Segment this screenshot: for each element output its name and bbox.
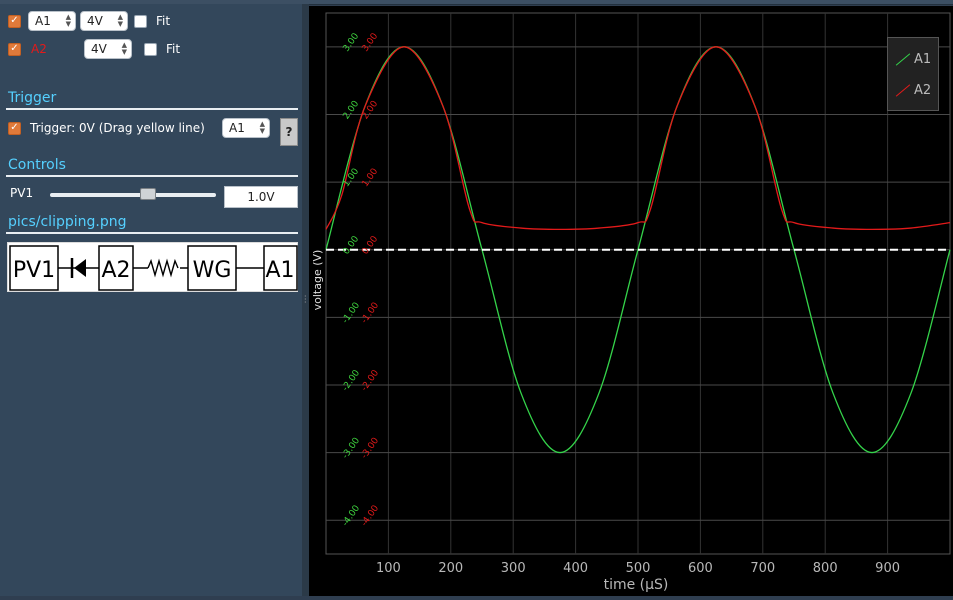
trigger-source-value: A1 xyxy=(229,121,245,135)
channel-a2-enable-checkbox[interactable] xyxy=(8,42,21,56)
image-section-divider xyxy=(6,232,298,234)
plot-area[interactable]: 100 200 300 400 500 600 700 800 900 3.00 3.00 2.00 2… xyxy=(309,6,953,596)
trigger-section-divider xyxy=(6,108,298,110)
channel-a2-fit-label: Fit xyxy=(166,42,181,56)
legend-swatch-a1 xyxy=(895,53,911,66)
image-section-title: pics/clipping.png xyxy=(8,214,127,230)
x-tick-label: 600 xyxy=(688,561,713,576)
spin-arrows-icon[interactable]: ▲ ▼ xyxy=(118,14,123,28)
trigger-enable-checkbox[interactable] xyxy=(8,121,21,135)
channel-a2-fit-checkbox[interactable] xyxy=(144,42,157,56)
x-tick-label: 900 xyxy=(875,561,900,576)
y-tick-label-a2: -2.00 xyxy=(360,368,382,393)
y-tick-label-a2: -4.00 xyxy=(360,503,382,528)
y-tick-label-a1: -4.00 xyxy=(341,503,363,528)
channel-a1-selector[interactable]: A1 ▲ ▼ xyxy=(28,11,76,31)
channel-row-a2: A2 xyxy=(8,38,47,60)
control-panel: A1 ▲▼ 4V ▲▼ Fit A2 4V ▲▼ Fit Trigger xyxy=(0,4,302,596)
x-tick-label: 100 xyxy=(376,561,401,576)
x-tick-label: 400 xyxy=(563,561,588,576)
x-axis-label: time (µS) xyxy=(604,577,669,593)
channel-a1-fit-label: Fit xyxy=(156,14,171,28)
legend-label-a1: A1 xyxy=(914,52,932,67)
trigger-section-title: Trigger xyxy=(8,90,57,106)
spin-arrows-icon[interactable]: ▲ ▼ xyxy=(122,42,127,56)
pv1-slider-track[interactable] xyxy=(50,193,216,197)
y-tick-label-a2: -3.00 xyxy=(360,436,382,461)
channel-a1-fit-checkbox[interactable] xyxy=(134,14,147,28)
y-tick-label-a1: -2.00 xyxy=(341,368,363,393)
trigger-label: Trigger: 0V (Drag yellow line) xyxy=(30,121,205,135)
x-tick-label: 700 xyxy=(750,561,775,576)
channel-a2-label: A2 xyxy=(31,42,47,56)
channel-a2-range-value: 4V xyxy=(91,42,107,56)
y-axis-label: voltage (V) xyxy=(311,250,324,311)
y-tick-label-a1: 0.00 xyxy=(342,234,362,256)
y-tick-label-a2: 3.00 xyxy=(361,31,381,53)
trigger-row: Trigger: 0V (Drag yellow line) xyxy=(8,117,205,139)
y-tick-label-a1: 3.00 xyxy=(342,31,362,53)
channel-a2-fit: Fit xyxy=(144,38,180,60)
plot-svg[interactable]: 100 200 300 400 500 600 700 800 900 3.00 3.00 2.00 2… xyxy=(309,6,953,596)
diode-icon xyxy=(74,259,86,277)
resistor-icon xyxy=(147,258,179,278)
y-tick-label-a2: -1.00 xyxy=(360,301,382,326)
channel-a2-range-select[interactable]: 4V ▲ ▼ xyxy=(84,39,132,59)
channel-a1-enable-checkbox[interactable] xyxy=(8,14,21,28)
legend-label-a2: A2 xyxy=(914,83,932,98)
channel-row-a1 xyxy=(8,10,21,32)
channel-a1-range-value: 4V xyxy=(87,14,103,28)
trigger-source-select[interactable]: A1 ▲ ▼ xyxy=(222,118,270,138)
legend-swatch-a2 xyxy=(895,84,911,97)
legend-item-a1: A1 xyxy=(894,52,931,67)
legend: A1 A2 xyxy=(887,37,939,111)
circuit-label-wg: WG xyxy=(193,258,232,283)
spin-arrows-icon[interactable]: ▲ ▼ xyxy=(66,14,71,28)
channel-a1-range-select[interactable]: 4V ▲ ▼ xyxy=(80,11,128,31)
y-tick-label-a1: 2.00 xyxy=(342,99,362,121)
trigger-help-button[interactable]: ? xyxy=(280,118,298,146)
y-tick-label-a1: -3.00 xyxy=(341,436,363,461)
x-tick-label: 300 xyxy=(501,561,526,576)
pv1-value-field[interactable]: 1.0V xyxy=(224,186,298,208)
x-tick-label: 800 xyxy=(813,561,838,576)
x-tick-label: 200 xyxy=(438,561,463,576)
controls-section-divider xyxy=(6,175,298,177)
splitter-grip-icon[interactable]: · · · xyxy=(304,293,307,307)
app-window: A1 ▲▼ 4V ▲▼ Fit A2 4V ▲▼ Fit Trigger xyxy=(0,0,953,596)
circuit-diagram-svg: PV1 A2 WG A1 xyxy=(9,245,298,291)
spin-arrows-icon[interactable]: ▲ ▼ xyxy=(260,121,265,135)
channel-a1-selector-value: A1 xyxy=(35,14,51,28)
circuit-diagram: PV1 A2 WG A1 xyxy=(7,242,298,292)
pv1-slider-label: PV1 xyxy=(10,186,34,200)
controls-section-title: Controls xyxy=(8,157,66,173)
channel-a1-fit: Fit xyxy=(134,10,170,32)
y-tick-label-a2: 2.00 xyxy=(361,99,381,121)
circuit-label-a2: A2 xyxy=(101,258,130,283)
y-tick-label-a1: -1.00 xyxy=(341,301,363,326)
y-tick-label-a2: 0.00 xyxy=(361,234,381,256)
x-tick-label: 500 xyxy=(626,561,651,576)
circuit-label-pv1: PV1 xyxy=(13,258,55,283)
y-tick-label-a2: 1.00 xyxy=(361,167,381,189)
pv1-slider-handle[interactable] xyxy=(140,188,156,200)
legend-item-a2: A2 xyxy=(894,83,931,98)
circuit-label-a1: A1 xyxy=(265,258,294,283)
y-tick-label-a1: 1.00 xyxy=(342,167,362,189)
